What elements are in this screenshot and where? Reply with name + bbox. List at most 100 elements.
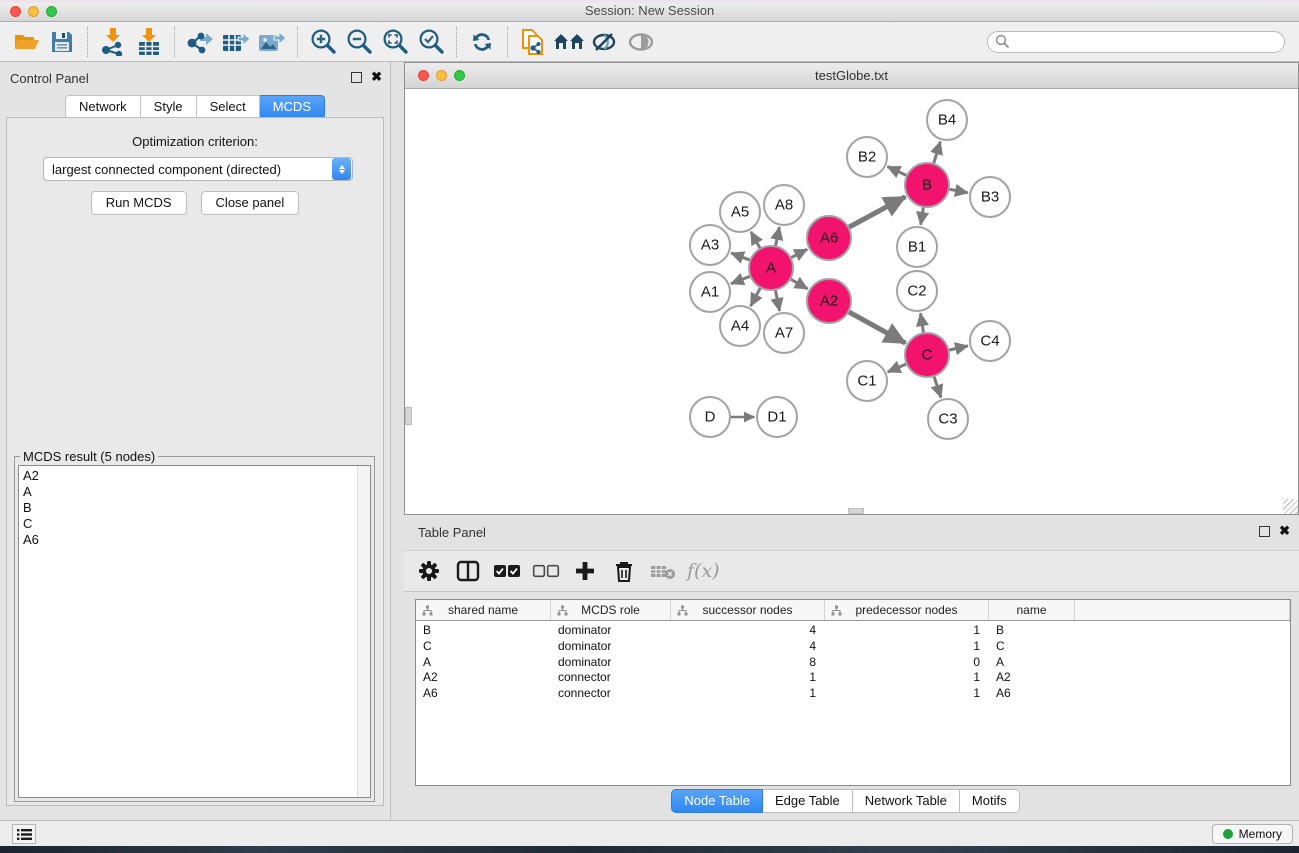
tab-node-table[interactable]: Node Table xyxy=(671,789,763,813)
node-A5[interactable]: A5 xyxy=(720,192,760,232)
node-C[interactable]: C xyxy=(905,333,949,377)
table-cell[interactable]: 1 xyxy=(671,670,825,686)
table-cell[interactable]: 4 xyxy=(671,639,825,655)
node-B2[interactable]: B2 xyxy=(847,137,887,177)
column-header-shared-name[interactable]: shared name xyxy=(416,600,551,620)
node-B3[interactable]: B3 xyxy=(970,177,1010,217)
search-input[interactable] xyxy=(1010,35,1260,49)
table-cell[interactable]: A2 xyxy=(416,670,551,686)
create-column-icon[interactable] xyxy=(570,556,600,586)
node-A7[interactable]: A7 xyxy=(764,313,804,353)
table-row[interactable]: A2connector11A2 xyxy=(416,670,1290,686)
delete-table-icon[interactable] xyxy=(648,556,678,586)
home-layout-icon[interactable] xyxy=(551,25,587,59)
export-network-icon[interactable] xyxy=(182,25,218,59)
table-cell[interactable]: 1 xyxy=(825,639,989,655)
search-box[interactable] xyxy=(987,31,1285,53)
table-cell[interactable]: 0 xyxy=(825,655,989,671)
zoom-selected-icon[interactable] xyxy=(413,25,449,59)
open-session-icon[interactable] xyxy=(8,25,44,59)
node-C4[interactable]: C4 xyxy=(970,321,1010,361)
column-header-predecessor-nodes[interactable]: predecessor nodes xyxy=(825,600,989,620)
table-cell[interactable]: 8 xyxy=(671,655,825,671)
import-network-icon[interactable] xyxy=(95,25,131,59)
table-row[interactable]: Bdominator41B xyxy=(416,623,1290,639)
table-cell[interactable]: C xyxy=(989,639,1075,655)
table-settings-icon[interactable] xyxy=(414,556,444,586)
node-C2[interactable]: C2 xyxy=(897,271,937,311)
tab-network-table[interactable]: Network Table xyxy=(853,789,960,813)
table-cell[interactable]: connector xyxy=(551,686,671,702)
export-table-icon[interactable] xyxy=(218,25,254,59)
table-row[interactable]: Adominator80A xyxy=(416,655,1290,671)
zoom-out-icon[interactable] xyxy=(341,25,377,59)
table-cell[interactable]: 1 xyxy=(825,670,989,686)
result-item[interactable]: C xyxy=(19,516,370,532)
column-header-name[interactable]: name xyxy=(989,600,1075,620)
table-row[interactable]: A6connector11A6 xyxy=(416,686,1290,702)
table-cell[interactable]: connector xyxy=(551,670,671,686)
graphics-details-icon[interactable] xyxy=(587,25,623,59)
canvas-hscroll-mark[interactable] xyxy=(848,508,864,514)
zoom-fit-icon[interactable] xyxy=(377,25,413,59)
result-item[interactable]: B xyxy=(19,500,370,516)
canvas-vscroll-mark[interactable] xyxy=(405,407,412,425)
node-C3[interactable]: C3 xyxy=(928,399,968,439)
clone-network-icon[interactable] xyxy=(515,25,551,59)
tab-network[interactable]: Network xyxy=(65,95,141,119)
task-history-button[interactable] xyxy=(12,824,36,844)
save-session-icon[interactable] xyxy=(44,25,80,59)
tab-select[interactable]: Select xyxy=(197,95,260,119)
node-A4[interactable]: A4 xyxy=(720,306,760,346)
network-window-titlebar[interactable]: testGlobe.txt xyxy=(405,63,1298,89)
float-table-panel-icon[interactable] xyxy=(1259,526,1270,537)
node-A3[interactable]: A3 xyxy=(690,225,730,265)
function-builder-button[interactable]: f(x) xyxy=(687,560,720,582)
result-item[interactable]: A xyxy=(19,484,370,500)
window-resize-grip[interactable] xyxy=(1283,499,1298,514)
table-cell[interactable]: B xyxy=(989,623,1075,639)
table-cell[interactable]: A2 xyxy=(989,670,1075,686)
deselect-all-icon[interactable] xyxy=(531,556,561,586)
close-table-panel-icon[interactable]: ✖ xyxy=(1279,523,1290,539)
node-A6[interactable]: A6 xyxy=(807,216,851,260)
result-item[interactable]: A2 xyxy=(19,468,370,484)
column-header-mcds-role[interactable]: MCDS role xyxy=(551,600,671,620)
table-cell[interactable]: 4 xyxy=(671,623,825,639)
table-cell[interactable]: A6 xyxy=(989,686,1075,702)
node-B[interactable]: B xyxy=(905,163,949,207)
birds-eye-view-icon[interactable] xyxy=(623,25,659,59)
table-cell[interactable]: dominator xyxy=(551,655,671,671)
tab-motifs[interactable]: Motifs xyxy=(960,789,1020,813)
table-cell[interactable]: 1 xyxy=(825,686,989,702)
node-A[interactable]: A xyxy=(749,246,793,290)
table-row[interactable]: Cdominator41C xyxy=(416,639,1290,655)
table-cell[interactable]: dominator xyxy=(551,623,671,639)
table-cell[interactable]: dominator xyxy=(551,639,671,655)
table-cell[interactable]: B xyxy=(416,623,551,639)
node-D[interactable]: D xyxy=(690,397,730,437)
table-cell[interactable]: A xyxy=(989,655,1075,671)
table-cell[interactable]: 1 xyxy=(825,623,989,639)
node-C1[interactable]: C1 xyxy=(847,361,887,401)
table-cell[interactable]: 1 xyxy=(671,686,825,702)
close-panel-icon[interactable]: ✖ xyxy=(371,69,382,85)
delete-columns-icon[interactable] xyxy=(609,556,639,586)
tab-mcds[interactable]: MCDS xyxy=(260,95,325,119)
column-header-successor-nodes[interactable]: successor nodes xyxy=(671,600,825,620)
close-panel-button[interactable]: Close panel xyxy=(201,191,300,215)
select-all-icon[interactable] xyxy=(492,556,522,586)
result-item[interactable]: A6 xyxy=(19,532,370,548)
memory-button[interactable]: Memory xyxy=(1212,824,1293,844)
node-B4[interactable]: B4 xyxy=(927,100,967,140)
export-image-icon[interactable] xyxy=(254,25,290,59)
result-list-scrollbar[interactable] xyxy=(357,466,370,797)
run-mcds-button[interactable]: Run MCDS xyxy=(91,191,187,215)
node-A2[interactable]: A2 xyxy=(807,279,851,323)
tab-style[interactable]: Style xyxy=(141,95,197,119)
node-A8[interactable]: A8 xyxy=(764,185,804,225)
table-cell[interactable]: A6 xyxy=(416,686,551,702)
network-graph[interactable]: AA1A2A3A4A5A6A7A8BB1B2B3B4CC1C2C3C4DD1 xyxy=(405,89,1298,514)
zoom-in-icon[interactable] xyxy=(305,25,341,59)
split-table-view-icon[interactable] xyxy=(453,556,483,586)
